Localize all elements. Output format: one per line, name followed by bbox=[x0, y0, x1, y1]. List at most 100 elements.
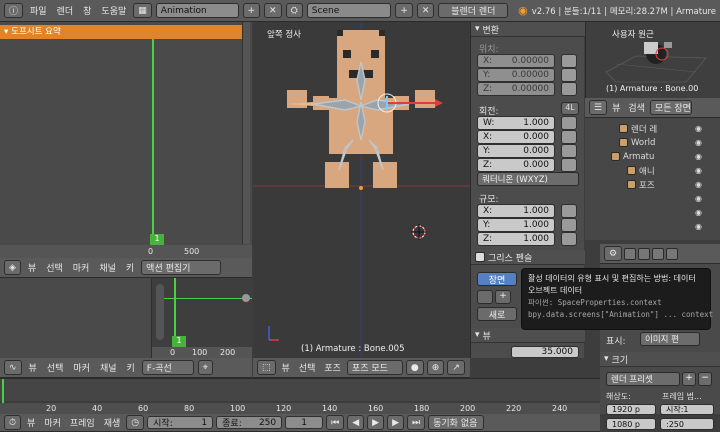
shading-solid-icon[interactable]: ● bbox=[405, 360, 424, 375]
lock-icon[interactable] bbox=[561, 130, 577, 144]
timeline-strip[interactable] bbox=[0, 379, 600, 401]
frame-start-field[interactable]: 시작:1 bbox=[660, 404, 714, 415]
scale-field[interactable]: X: 1.000 bbox=[477, 204, 555, 218]
location-field[interactable]: X: 0.00000 bbox=[477, 54, 555, 68]
scene-field[interactable]: Scene bbox=[306, 3, 392, 18]
lock-icon[interactable] bbox=[561, 144, 577, 158]
lock-icon[interactable] bbox=[561, 158, 577, 172]
visibility-eye-icon[interactable]: ◉ bbox=[695, 180, 702, 189]
render-engine-select[interactable]: 블렌더 렌더 bbox=[438, 3, 509, 18]
prev-key-icon[interactable]: ◀ bbox=[347, 415, 365, 430]
lock-icon[interactable] bbox=[561, 54, 577, 68]
preview-range-icon[interactable]: ◷ bbox=[126, 415, 145, 430]
menu-window[interactable]: 창 bbox=[80, 4, 94, 17]
view-panel-header[interactable]: ▾ 뷰 bbox=[471, 328, 585, 343]
add-preset-button[interactable]: + bbox=[682, 372, 696, 386]
visibility-eye-icon[interactable]: ◉ bbox=[695, 138, 702, 147]
play-icon[interactable]: ▶ bbox=[367, 415, 385, 430]
resolution-x-field[interactable]: 1920 p bbox=[606, 404, 656, 415]
outliner-item[interactable]: 포즈 bbox=[627, 178, 655, 191]
scene-context-icon[interactable] bbox=[638, 247, 651, 260]
editor-type-dopesheet-icon[interactable]: ◈ bbox=[4, 260, 21, 275]
scale-field[interactable]: Z: 1.000 bbox=[477, 232, 555, 246]
dopesheet-menu-marker[interactable]: 마커 bbox=[70, 261, 93, 274]
camera-viewport[interactable]: 사용자 원근 (1) Armature : Bone.00 bbox=[585, 22, 720, 98]
scene-icon[interactable]: ⛭ bbox=[285, 3, 303, 18]
visibility-eye-icon[interactable]: ◉ bbox=[695, 166, 702, 175]
add-layer-icon[interactable]: + bbox=[495, 290, 511, 304]
end-frame-field[interactable]: 종료: 250 bbox=[216, 416, 283, 429]
menu-help[interactable]: 도움말 bbox=[98, 4, 129, 17]
outliner-item[interactable]: World bbox=[619, 136, 655, 149]
object-context-icon[interactable] bbox=[666, 247, 679, 260]
dopesheet-summary-row[interactable]: ▾ 도프시트 요약 bbox=[0, 25, 248, 39]
location-field[interactable]: Y: 0.00000 bbox=[477, 68, 555, 82]
jump-start-icon[interactable]: ⏮ bbox=[326, 415, 345, 430]
outliner-tree[interactable]: 렌더 레 World Armatu 애니 포즈 ◉ ◉ ◉ ◉ ◉ ◉ ◉ ◉ bbox=[585, 118, 720, 240]
viewport-menu-pose[interactable]: 포즈 bbox=[321, 361, 344, 374]
screen-layout-field[interactable]: Animation bbox=[155, 3, 239, 18]
visibility-eye-icon[interactable]: ◉ bbox=[695, 152, 702, 161]
dopesheet-menu-select[interactable]: 선택 bbox=[43, 261, 66, 274]
graph-menu-marker[interactable]: 마커 bbox=[70, 361, 93, 374]
start-frame-field[interactable]: 시작: 1 bbox=[147, 416, 214, 429]
remove-screen-button[interactable]: ✕ bbox=[264, 3, 282, 18]
current-frame-field[interactable]: 1 bbox=[285, 416, 324, 429]
timeline-menu-frame[interactable]: 프레임 bbox=[67, 416, 98, 429]
outliner-menu-search[interactable]: 검색 bbox=[625, 101, 648, 114]
render-preset-select[interactable]: 렌더 프리셋 bbox=[606, 372, 680, 386]
rotation-mode-select[interactable]: 쿼터니온 (WXYZ) bbox=[477, 172, 579, 186]
add-scene-button[interactable]: + bbox=[395, 3, 413, 18]
editor-type-info-icon[interactable]: ⓘ bbox=[4, 3, 24, 18]
editor-type-3d-icon[interactable]: ⬚ bbox=[257, 360, 276, 375]
outliner-menu-view[interactable]: 뷰 bbox=[609, 101, 623, 114]
manipulator-icon[interactable]: ↗ bbox=[447, 360, 465, 375]
editor-type-timeline-icon[interactable]: ⏱ bbox=[4, 415, 22, 430]
jump-end-icon[interactable]: ⏭ bbox=[407, 415, 426, 430]
visibility-eye-icon[interactable]: ◉ bbox=[695, 222, 702, 231]
graph-menu-select[interactable]: 선택 bbox=[44, 361, 67, 374]
graph-menu-view[interactable]: 뷰 bbox=[26, 361, 40, 374]
lock-icon[interactable] bbox=[561, 116, 577, 130]
checkbox-icon[interactable] bbox=[475, 252, 485, 262]
interaction-mode-select[interactable]: 포즈 모드 bbox=[346, 360, 403, 375]
dopesheet-menu-key[interactable]: 키 bbox=[123, 261, 137, 274]
new-button[interactable]: 새로 bbox=[477, 307, 517, 321]
timeline-area[interactable]: 20 40 60 80 100 120 140 160 180 200 220 240 bbox=[0, 378, 600, 415]
dopesheet-ruler[interactable]: 0 500 bbox=[0, 245, 252, 258]
dimensions-panel-header[interactable]: ▾ 크기 bbox=[600, 352, 720, 367]
visibility-eye-icon[interactable]: ◉ bbox=[695, 194, 702, 203]
grease-pencil-header[interactable]: 그리스 펜슬 bbox=[471, 250, 585, 265]
graph-menu-channel[interactable]: 채널 bbox=[97, 361, 120, 374]
frame-end-field[interactable]: :250 bbox=[660, 418, 714, 430]
rotation-field[interactable]: Z: 0.000 bbox=[477, 158, 555, 172]
outliner-item[interactable]: 렌더 레 bbox=[619, 122, 657, 135]
sync-mode-select[interactable]: 동기화 없음 bbox=[428, 415, 485, 430]
graph-scrollbar[interactable] bbox=[156, 284, 164, 340]
graph-handle-icon[interactable] bbox=[242, 294, 250, 302]
scene-tab[interactable]: 장면 bbox=[477, 272, 517, 286]
remove-scene-button[interactable]: ✕ bbox=[416, 3, 435, 18]
dopesheet-scrollbar[interactable] bbox=[242, 22, 250, 244]
dopesheet-menu-channel[interactable]: 채널 bbox=[96, 261, 119, 274]
graph-editor-area[interactable]: 1 0 100 200 bbox=[0, 278, 252, 358]
menu-render[interactable]: 렌더 bbox=[54, 4, 77, 17]
lock-icon[interactable] bbox=[561, 82, 577, 96]
lock-icon[interactable] bbox=[561, 218, 577, 232]
pivot-icon[interactable]: ⊕ bbox=[426, 360, 445, 375]
visibility-eye-icon[interactable]: ◉ bbox=[695, 124, 702, 133]
pencil-icon[interactable] bbox=[477, 290, 493, 304]
rotation-field[interactable]: W: 1.000 bbox=[477, 116, 555, 130]
current-frame-badge[interactable]: 1 bbox=[150, 234, 164, 245]
display-select[interactable]: 이미지 편 bbox=[640, 332, 700, 346]
graph-menu-key[interactable]: 키 bbox=[124, 361, 138, 374]
rotation-mode-badge[interactable]: 4L bbox=[561, 102, 579, 115]
dopesheet-area[interactable]: ▾ 도프시트 요약 1 0 500 bbox=[0, 22, 252, 258]
editor-type-properties-icon[interactable]: ⚙ bbox=[604, 246, 623, 261]
rotation-field[interactable]: Y: 0.000 bbox=[477, 144, 555, 158]
timeline-menu-marker[interactable]: 마커 bbox=[41, 416, 64, 429]
graph-current-frame-badge[interactable]: 1 bbox=[172, 336, 186, 347]
viewport-3d[interactable]: 앞쪽 정사 (1) Armature: Bone.005 bbox=[253, 22, 470, 358]
graph-mode-select[interactable]: F-곡선 bbox=[141, 360, 194, 375]
outliner-item[interactable]: Armatu bbox=[611, 150, 654, 163]
